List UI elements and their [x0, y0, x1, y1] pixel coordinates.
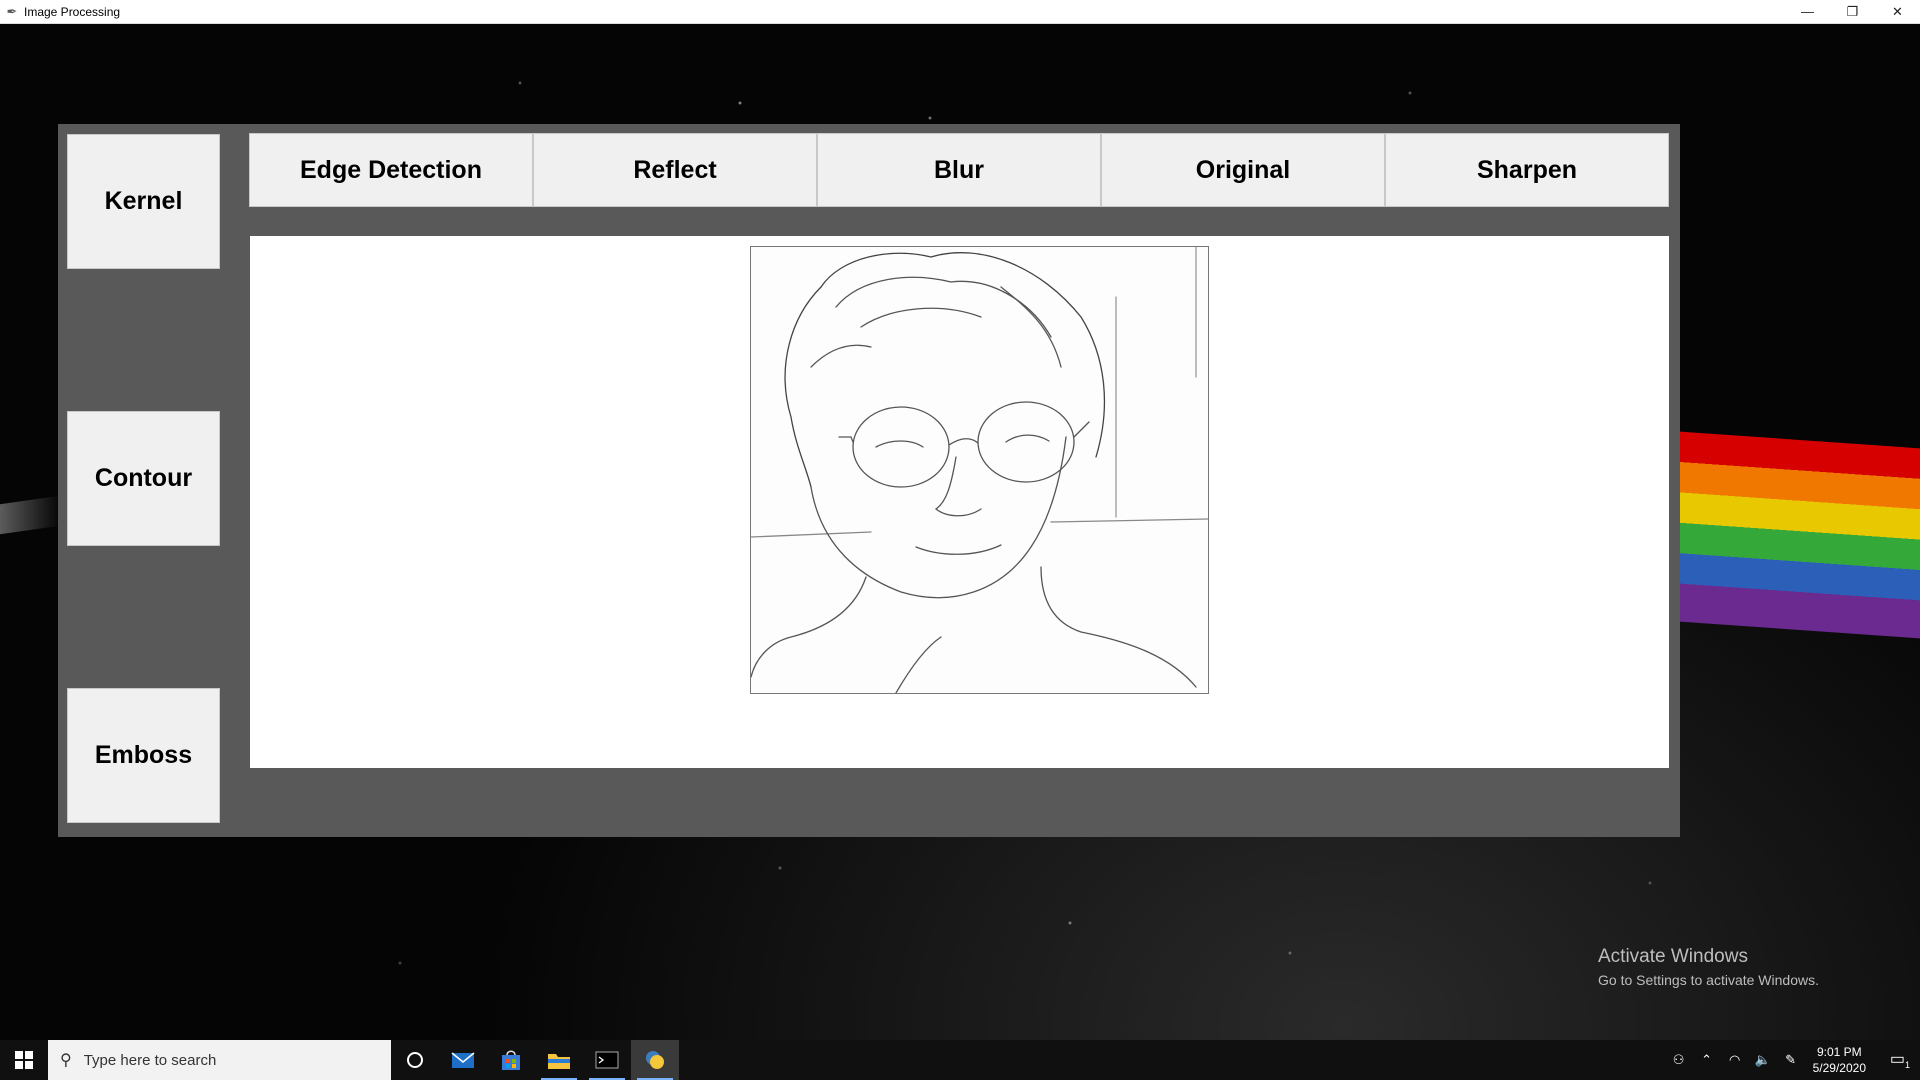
activate-windows-watermark: Activate Windows Go to Settings to activ… — [1598, 946, 1819, 988]
image-canvas — [250, 236, 1669, 768]
taskbar-mail[interactable] — [439, 1040, 487, 1080]
reflect-button[interactable]: Reflect — [533, 133, 817, 207]
network-icon[interactable]: ◠ — [1723, 1052, 1747, 1068]
folder-icon — [548, 1054, 570, 1069]
cortana-button[interactable] — [391, 1040, 439, 1080]
emboss-button[interactable]: Emboss — [67, 688, 220, 823]
taskbar-terminal[interactable] — [583, 1040, 631, 1080]
close-button[interactable]: ✕ — [1875, 0, 1920, 23]
system-tray: ⚇ ⌃ ◠ 🔈 ✎ 9:01 PM 5/29/2020 ▭1 — [1665, 1040, 1920, 1080]
filter-toolbar: Edge Detection Reflect Blur Original Sha… — [249, 133, 1669, 207]
chevron-up-icon[interactable]: ⌃ — [1695, 1052, 1719, 1068]
minimize-button[interactable]: — — [1785, 0, 1830, 23]
taskbar-store[interactable] — [487, 1040, 535, 1080]
sketch-portrait-image — [751, 247, 1208, 693]
window-title-bar[interactable]: ✒ Image Processing — ❐ ✕ — [0, 0, 1920, 24]
app-panel: Kernel Contour Emboss Edge Detection Ref… — [58, 124, 1680, 837]
kernel-button[interactable]: Kernel — [67, 134, 220, 269]
terminal-icon — [595, 1051, 619, 1069]
taskbar-python[interactable] — [631, 1040, 679, 1080]
windows-logo-icon — [15, 1051, 33, 1069]
taskbar-file-explorer[interactable] — [535, 1040, 583, 1080]
wallpaper-rainbow — [1680, 431, 1920, 639]
people-icon[interactable]: ⚇ — [1667, 1052, 1691, 1068]
contour-button[interactable]: Contour — [67, 411, 220, 546]
restore-button[interactable]: ❐ — [1830, 0, 1875, 23]
notification-count: 1 — [1905, 1060, 1911, 1071]
sharpen-button[interactable]: Sharpen — [1385, 133, 1669, 207]
feather-icon: ✒ — [6, 3, 18, 19]
watermark-subtitle: Go to Settings to activate Windows. — [1598, 972, 1819, 988]
start-button[interactable] — [0, 1040, 48, 1080]
cortana-circle-icon — [407, 1052, 423, 1068]
edge-detection-button[interactable]: Edge Detection — [249, 133, 533, 207]
python-feather-icon — [646, 1051, 664, 1069]
mail-icon — [451, 1052, 475, 1068]
volume-icon[interactable]: 🔈 — [1751, 1052, 1775, 1068]
watermark-title: Activate Windows — [1598, 946, 1748, 967]
pen-icon[interactable]: ✎ — [1779, 1052, 1803, 1068]
clock[interactable]: 9:01 PM 5/29/2020 — [1813, 1044, 1866, 1076]
clock-date: 5/29/2020 — [1812, 1061, 1866, 1075]
original-button[interactable]: Original — [1101, 133, 1385, 207]
search-icon: ⚲ — [60, 1052, 72, 1069]
search-placeholder: Type here to search — [83, 1051, 217, 1069]
window-title: Image Processing — [24, 4, 121, 19]
processed-image — [750, 246, 1209, 694]
blur-button[interactable]: Blur — [817, 133, 1101, 207]
window-controls: — ❐ ✕ — [1785, 0, 1920, 23]
taskbar: ⚲ Type here to search ⚇ ⌃ ◠ 🔈 ✎ 9:01 PM … — [0, 1040, 1920, 1080]
search-box[interactable]: ⚲ Type here to search — [48, 1040, 391, 1080]
clock-time: 9:01 PM — [1816, 1045, 1862, 1059]
store-bag-icon — [502, 1050, 520, 1070]
notification-center-icon[interactable]: ▭1 — [1880, 1049, 1920, 1070]
